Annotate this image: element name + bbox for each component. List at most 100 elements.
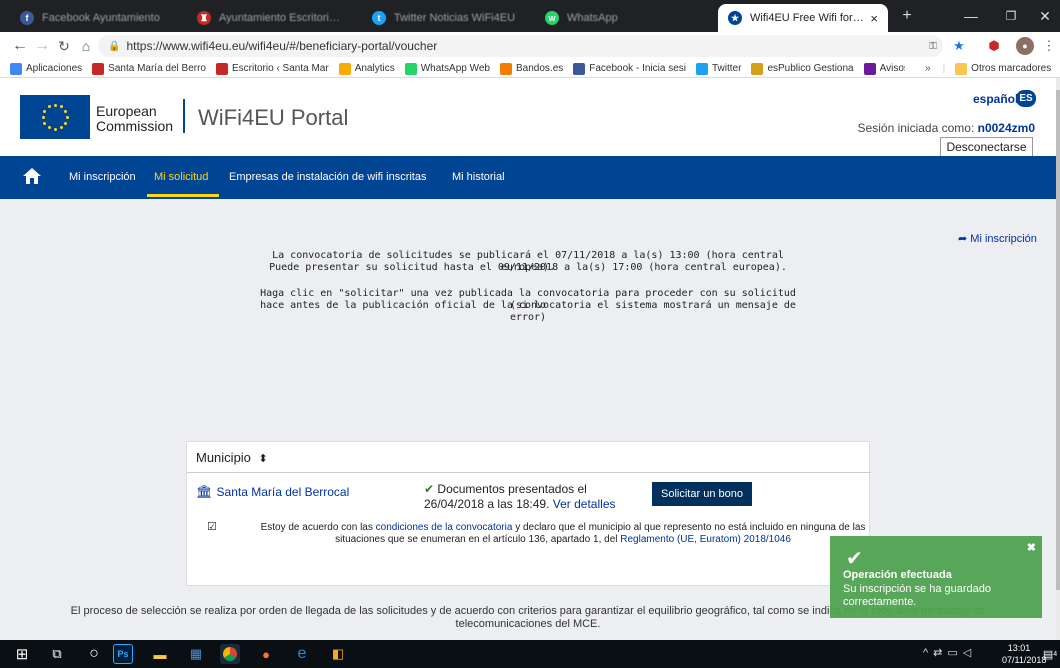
bookmark-item[interactable]: Santa María del Berro <box>92 62 206 75</box>
town-hall-icon: 🏛 <box>196 484 213 499</box>
request-voucher-button[interactable]: Solicitar un bono <box>652 482 752 506</box>
eu-star <box>65 115 69 119</box>
language-code-badge[interactable]: ES <box>1016 90 1036 107</box>
agreement-checkbox[interactable]: ☑ <box>207 521 217 533</box>
profile-avatar[interactable]: ● <box>1016 37 1034 55</box>
bandos-icon <box>500 62 512 75</box>
page-scrollbar[interactable] <box>1056 78 1060 640</box>
castle-icon <box>215 62 228 75</box>
language-selector[interactable]: español <box>973 92 1018 106</box>
reload-icon[interactable]: ↻ <box>54 36 74 56</box>
new-tab-button[interactable]: + <box>895 2 919 30</box>
tab[interactable]: w WhatsApp <box>535 4 700 32</box>
lock-icon: 🔒 <box>108 40 121 52</box>
file-explorer-icon[interactable]: ▬ <box>150 644 170 664</box>
bookmark-item[interactable]: Twitter <box>695 62 741 75</box>
view-details-link[interactable]: Ver detalles <box>553 497 616 511</box>
my-registration-link[interactable]: ➦ Mi inscripción <box>958 232 1037 245</box>
other-bookmarks[interactable]: Otros marcadores <box>955 62 1051 75</box>
sort-icon[interactable]: ⬍ <box>259 453 268 465</box>
municipality-table: Municipio ⬍ 🏛 Santa María del Berrocal ✔… <box>186 441 871 586</box>
menu-icon[interactable]: ⋮ <box>1040 37 1058 55</box>
portal-title: WiFi4EU Portal <box>198 105 349 130</box>
cortana-icon[interactable]: ○ <box>84 644 104 664</box>
bookmark-item[interactable]: WhatsApp Web <box>404 62 490 75</box>
clock[interactable]: 13:01 07/11/2018 <box>1002 642 1046 666</box>
home-icon[interactable]: ⌂ <box>76 36 96 56</box>
bookmarks-overflow[interactable]: » <box>925 63 931 74</box>
twitter-icon <box>695 62 708 75</box>
main-nav: Mi inscripción Mi solicitud Empresas de … <box>0 156 1056 199</box>
notice-line: hace antes de la publicación oficial de … <box>260 300 796 323</box>
paint-app-icon[interactable]: ◧ <box>328 644 348 664</box>
eu-star <box>59 125 63 129</box>
url-field[interactable]: 🔒 https://www.wifi4eu.eu/wifi4eu/#/benef… <box>98 35 943 57</box>
nav-item-my-history[interactable]: Mi historial <box>452 171 505 183</box>
org-name: European Commission <box>96 103 174 134</box>
tab-close-icon[interactable]: × <box>870 11 878 26</box>
ublock-icon[interactable]: ⬢ <box>985 37 1003 55</box>
tab-favicon-icon: f <box>20 11 34 25</box>
bookmark-item[interactable]: Bandos.es <box>500 62 563 75</box>
restore-icon[interactable]: ❐ <box>996 5 1026 27</box>
notification-icon[interactable]: ▤ 4 <box>1040 644 1060 664</box>
nav-item-my-application[interactable]: Mi solicitud <box>154 171 208 183</box>
table-header: Municipio ⬍ <box>187 442 871 473</box>
tab[interactable]: f Facebook Ayuntamiento <box>10 4 175 32</box>
url-text: https://www.wifi4eu.eu/wifi4eu/#/benefic… <box>126 39 438 53</box>
task-view-icon[interactable]: ⧉ <box>47 644 67 664</box>
app-icon[interactable]: ▦ <box>186 644 206 664</box>
window-close-icon[interactable]: ✕ <box>1030 5 1060 27</box>
call-conditions-link[interactable]: condiciones de la convocatoria <box>376 522 513 533</box>
tab-title: WhatsApp <box>567 12 618 24</box>
tab-active[interactable]: ★ Wifi4EU Free Wifi for Europeans × <box>718 4 888 32</box>
column-header-municipality[interactable]: Municipio <box>196 450 251 465</box>
regulation-link[interactable]: Reglamento (UE, Euratom) 2018/1046 <box>620 534 791 545</box>
chrome-icon[interactable] <box>220 644 240 664</box>
bookmark-item[interactable]: Facebook - Inicia sesi <box>573 62 686 75</box>
bookmark-item[interactable]: esPublico Gestiona <box>751 62 854 75</box>
tab[interactable]: ♜ Ayuntamiento Escritorio 2018 <box>187 4 352 32</box>
back-icon[interactable]: ← <box>10 36 30 56</box>
forward-icon[interactable]: → <box>32 36 52 56</box>
tab[interactable]: t Twitter Noticias WiFi4EU <box>362 4 527 32</box>
edge-icon[interactable]: e <box>292 644 312 664</box>
scrollbar-thumb[interactable] <box>1056 90 1060 590</box>
notice-line: Puede presentar su solicitud hasta el 09… <box>269 262 787 273</box>
eu-flag-logo[interactable] <box>20 95 90 139</box>
windows-start-icon[interactable]: ⊞ <box>12 644 32 664</box>
tab-title: Wifi4EU Free Wifi for Europeans <box>750 12 864 24</box>
minimize-icon[interactable]: — <box>956 5 986 27</box>
nav-active-indicator <box>147 194 219 197</box>
eu-star <box>47 105 51 109</box>
star-icon[interactable]: ★ <box>950 37 968 55</box>
check-icon: ✔ <box>424 482 435 496</box>
firefox-icon[interactable]: ● <box>256 644 276 664</box>
eu-star <box>43 121 47 125</box>
nav-item-wifi-companies[interactable]: Empresas de instalación de wifi inscrita… <box>229 171 426 183</box>
success-toast[interactable]: ✖ ✔ Operación efectuada Su inscripción s… <box>830 536 1042 618</box>
tab-favicon-icon: w <box>545 11 559 25</box>
municipality-link[interactable]: 🏛 Santa María del Berrocal <box>196 484 349 500</box>
address-bar: ← → ↻ ⌂ 🔒 https://www.wifi4eu.eu/wifi4eu… <box>0 32 1060 60</box>
key-icon[interactable]: ⚿ <box>924 37 942 55</box>
system-tray[interactable]: ^⇄▭◁ <box>923 646 976 659</box>
bookmark-item[interactable]: Aplicaciones <box>10 62 82 75</box>
close-icon[interactable]: ✖ <box>1027 541 1036 554</box>
tab-title: Twitter Noticias WiFi4EU <box>394 12 516 24</box>
bookmark-item[interactable]: Analytics <box>338 62 395 75</box>
eu-star <box>59 105 63 109</box>
home-nav-icon[interactable] <box>22 167 42 185</box>
bookmark-item[interactable]: Avisos - REDES SOCI <box>863 62 905 75</box>
nav-item-my-registration[interactable]: Mi inscripción <box>69 171 136 183</box>
session-info: Sesión iniciada como: n0024zm0 <box>857 121 1035 135</box>
photoshop-icon[interactable]: Ps <box>113 644 133 664</box>
bookmark-item[interactable]: Escritorio ‹ Santa Mar <box>215 62 329 75</box>
castle-icon <box>92 62 105 75</box>
header-divider <box>183 99 185 133</box>
logout-button[interactable]: Desconectarse <box>940 137 1033 157</box>
tab-title: Facebook Ayuntamiento <box>42 12 160 24</box>
whatsapp-icon <box>404 62 417 75</box>
analytics-icon <box>338 62 351 75</box>
tab-favicon-icon: ♜ <box>197 11 211 25</box>
